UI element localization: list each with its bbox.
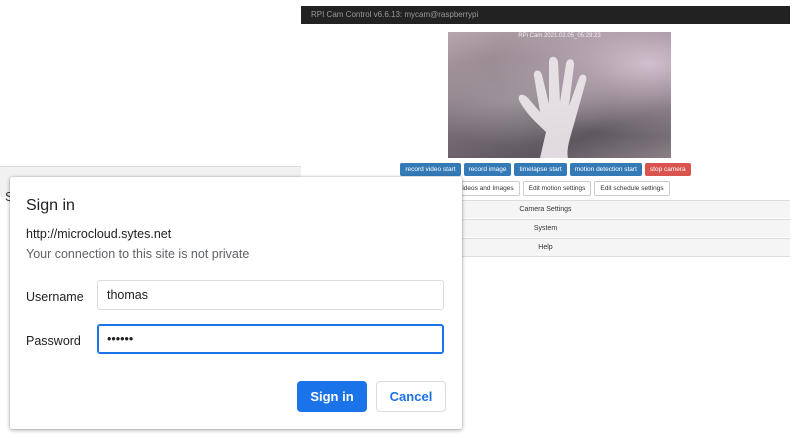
username-field[interactable] [97,280,444,310]
stop-camera-button[interactable]: stop camera [644,163,691,176]
cam-control-row-primary: record video start record image timelaps… [301,163,790,176]
password-label: Password [26,334,81,348]
edit-motion-settings-button[interactable]: Edit motion settings [522,181,592,196]
motion-detection-start-button[interactable]: motion detection start [569,163,642,176]
password-field[interactable] [97,324,444,354]
edit-schedule-settings-button[interactable]: Edit schedule settings [594,181,670,196]
username-label: Username [26,290,84,304]
cam-header-title: RPI Cam Control v6.6.13: mycam@raspberry… [301,6,790,24]
dialog-title: Sign in [26,197,75,214]
dialog-host-url: http://microcloud.sytes.net [26,227,172,241]
camera-preview-image: RPi Cam 2021.02.05_05:29:23 [448,32,671,158]
sign-in-button[interactable]: Sign in [297,381,367,412]
cancel-button[interactable]: Cancel [376,381,446,412]
record-image-button[interactable]: record image [463,163,512,176]
hand-silhouette [518,56,587,158]
sign-in-dialog: Sign in http://microcloud.sytes.net Your… [10,177,462,429]
record-video-start-button[interactable]: record video start [400,163,461,176]
timelapse-start-button[interactable]: timelapse start [514,163,567,176]
privacy-warning-text: Your connection to this site is not priv… [26,247,250,261]
